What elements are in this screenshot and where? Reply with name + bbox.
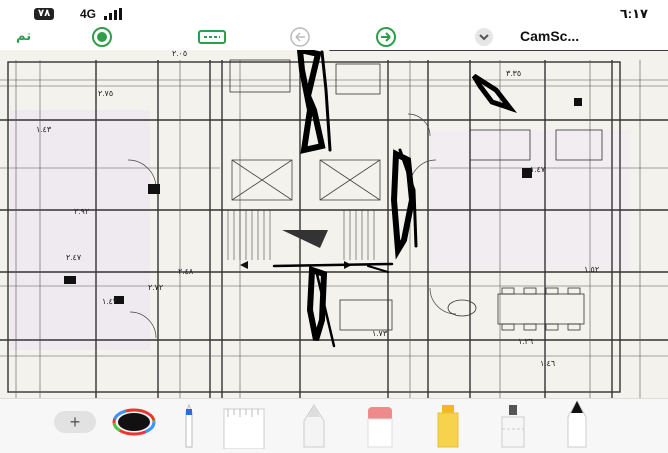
eraser-tool-icon[interactable]	[366, 403, 394, 449]
dimension-label: ٢.٤٧	[66, 253, 82, 262]
dimension-label: ٢.٩٢	[74, 207, 89, 216]
floor-plan-drawing[interactable]: ٢.٠٥ ٣.٣٥ ٢.٧٥ ١.٤٣ ١.٤٧ ٢.٩٢ ٢.٤٧ ٢.٤٨ …	[0, 50, 668, 398]
status-time: ٦:١٧	[619, 6, 648, 21]
dimension-label: ٢.٠٥	[172, 50, 187, 58]
lasso-tool-icon[interactable]	[498, 403, 528, 449]
pen-circle-icon[interactable]	[90, 26, 114, 48]
dimension-label: ١.٢٦	[518, 337, 533, 346]
signal-icon	[104, 8, 122, 20]
dimension-label: ١.٥٢	[584, 265, 599, 274]
ruler-tool-icon[interactable]	[222, 403, 268, 449]
scan-icon[interactable]	[196, 26, 230, 48]
color-picker-icon[interactable]	[112, 407, 156, 437]
dimension-label: ١.٧٣	[372, 329, 388, 338]
dimension-label: ٣.٣٥	[506, 69, 521, 78]
dimension-label: ٢.٤٨	[178, 267, 194, 276]
battery-indicator: ٧٨	[34, 8, 55, 20]
highlighter-tool-icon[interactable]	[434, 403, 462, 449]
done-button[interactable]: تم	[16, 28, 31, 44]
marker-tool-icon[interactable]	[300, 403, 328, 449]
document-title: CamSc...	[520, 28, 580, 44]
redo-icon[interactable]	[374, 26, 398, 48]
document-canvas[interactable]: ٢.٠٥ ٣.٣٥ ٢.٧٥ ١.٤٣ ١.٤٧ ٢.٩٢ ٢.٤٧ ٢.٤٨ …	[0, 50, 668, 398]
tool-tray: +	[0, 398, 668, 453]
dimension-label: ١.٤٦	[540, 359, 555, 368]
dimension-label: ١.٤٣	[102, 297, 118, 306]
dimension-label: ١.٤٧	[530, 165, 546, 174]
markup-toolbar: تم CamSc...	[0, 24, 668, 50]
pen-tool-icon[interactable]	[180, 403, 198, 449]
undo-icon[interactable]	[288, 26, 312, 48]
network-type: 4G	[80, 7, 97, 21]
chevron-down-icon[interactable]	[472, 26, 496, 48]
pencil-tool-icon[interactable]	[562, 399, 592, 449]
dimension-label: ١.٤٣	[36, 125, 52, 134]
dimension-label: ٢.٧٢	[148, 283, 163, 292]
dimension-label: ٢.٧٥	[98, 89, 113, 98]
plus-button[interactable]: +	[54, 411, 96, 433]
